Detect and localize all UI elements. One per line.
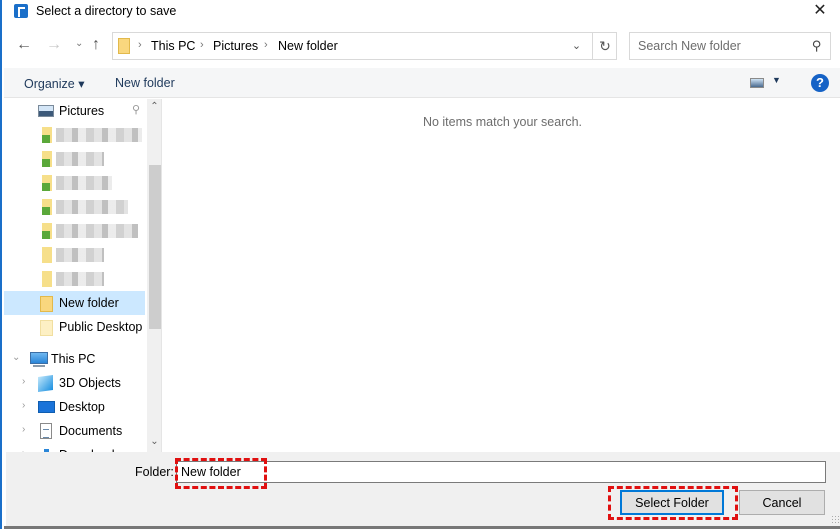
forward-arrow-icon[interactable]: → (46, 36, 62, 54)
nav-item-pictures[interactable]: Pictures ⚲ (4, 99, 145, 123)
new-folder-button[interactable]: New folder (115, 76, 175, 90)
breadcrumb-new-folder[interactable]: New folder (278, 39, 338, 53)
scroll-up-icon[interactable]: ⌃ (147, 101, 161, 112)
dialog-footer: Folder: Select Folder Cancel (6, 452, 840, 526)
nav-label: Desktop (59, 400, 105, 414)
file-list-area[interactable]: No items match your search. (163, 99, 840, 452)
pin-icon: ⚲ (132, 104, 141, 116)
breadcrumb-separator: › (264, 39, 268, 51)
command-toolbar: Organize ▾ New folder ▼ ? (4, 68, 840, 98)
breadcrumb-separator: › (200, 39, 204, 51)
title-bar: Select a directory to save ✕ (4, 0, 840, 25)
nav-item-desktop[interactable]: › Desktop (4, 395, 145, 419)
nav-item-documents[interactable]: › Documents (4, 419, 145, 443)
scrollbar-thumb[interactable] (149, 165, 161, 329)
folder-icon (118, 38, 130, 54)
search-icon[interactable]: ⚲ (812, 38, 822, 54)
blurred-nav-item[interactable] (40, 147, 144, 171)
blurred-nav-item[interactable] (40, 171, 144, 195)
breadcrumb-this-pc[interactable]: This PC (151, 39, 195, 53)
refresh-icon[interactable]: ↻ (593, 33, 617, 59)
folder-name-input[interactable] (176, 461, 826, 483)
nav-item-new-folder[interactable]: New folder (4, 291, 145, 315)
blurred-nav-item[interactable] (40, 219, 144, 243)
address-dropdown-chevron-icon[interactable]: ⌄ (561, 33, 593, 59)
nav-label: 3D Objects (59, 376, 121, 390)
organize-button[interactable]: Organize ▾ (24, 76, 84, 91)
blurred-nav-item[interactable] (40, 123, 144, 147)
resize-grip-icon[interactable] (831, 515, 839, 523)
nav-label: This PC (51, 352, 96, 366)
expand-chevron-icon[interactable]: › (22, 376, 25, 387)
back-arrow-icon[interactable]: ← (16, 36, 32, 54)
nav-label: Public Desktop (59, 320, 143, 334)
view-options-icon[interactable] (750, 78, 764, 88)
nav-label: Documents (59, 424, 123, 438)
folder-icon (40, 320, 53, 336)
collapse-chevron-icon[interactable]: ⌄ (12, 352, 20, 363)
desktop-icon (38, 401, 55, 413)
nav-item-this-pc[interactable]: ⌄ This PC (4, 347, 145, 371)
scroll-down-icon[interactable]: ⌄ (147, 436, 161, 447)
blurred-nav-item[interactable] (40, 243, 144, 267)
recent-locations-chevron-icon[interactable]: ⌄ (75, 38, 83, 49)
documents-icon (40, 423, 52, 439)
breadcrumb-separator: › (138, 39, 142, 51)
blurred-nav-item[interactable] (40, 267, 144, 291)
pictures-icon (38, 105, 54, 117)
expand-chevron-icon[interactable]: › (22, 424, 25, 435)
empty-message: No items match your search. (422, 115, 583, 129)
cancel-button[interactable]: Cancel (739, 490, 825, 515)
nav-item-downloads[interactable]: › Downloads (4, 443, 145, 452)
up-arrow-icon[interactable]: ↑ (92, 36, 100, 54)
search-placeholder: Search New folder (638, 39, 741, 53)
navigation-pane: Pictures ⚲ New folder Public Desktop ⌄ T… (4, 99, 162, 452)
3d-objects-icon (38, 374, 53, 393)
search-input[interactable]: Search New folder ⚲ (629, 32, 831, 60)
folder-icon (40, 296, 53, 312)
nav-pane-scrollbar[interactable]: ⌃ ⌄ (147, 99, 161, 452)
folder-label: Folder: (135, 465, 174, 479)
nav-item-3d-objects[interactable]: › 3D Objects (4, 371, 145, 395)
select-folder-button[interactable]: Select Folder (620, 490, 724, 515)
blurred-nav-item[interactable] (40, 195, 144, 219)
window-title: Select a directory to save (36, 4, 177, 18)
view-options-dropdown-icon[interactable]: ▼ (772, 75, 781, 85)
address-bar[interactable]: › This PC › Pictures › New folder ⌄ ↻ (112, 32, 617, 60)
nav-label: Pictures (59, 104, 105, 118)
computer-icon (30, 352, 48, 367)
dialog-window: Select a directory to save ✕ ← → ⌄ ↑ › T… (0, 0, 840, 529)
app-icon (14, 4, 28, 18)
breadcrumb-pictures[interactable]: Pictures (213, 39, 258, 53)
nav-label: New folder (59, 296, 119, 310)
help-icon[interactable]: ? (811, 74, 829, 92)
nav-item-public-desktop[interactable]: Public Desktop (4, 315, 145, 339)
close-button[interactable]: ✕ (802, 0, 838, 24)
expand-chevron-icon[interactable]: › (22, 400, 25, 411)
